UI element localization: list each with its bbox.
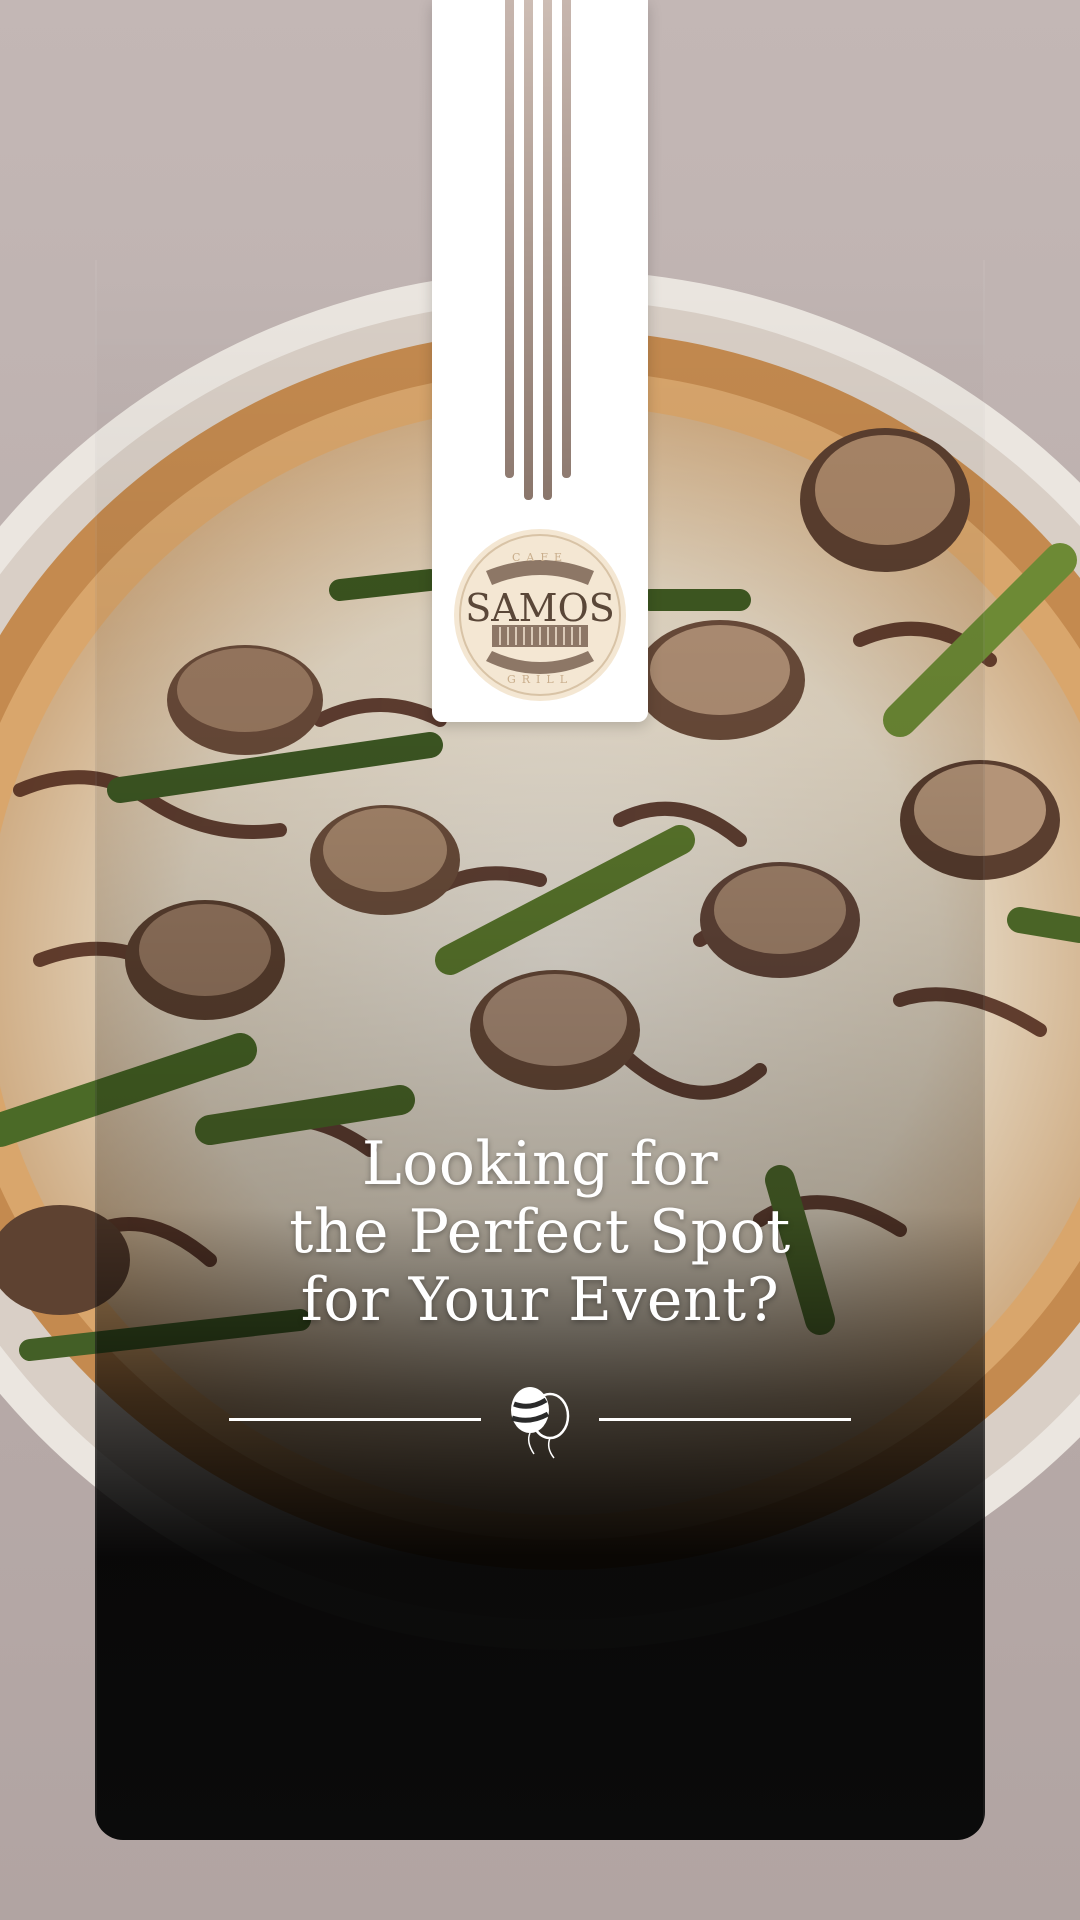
- logo-name: SAMOS: [465, 586, 615, 630]
- event-headline: Looking for the Perfect Spot for Your Ev…: [140, 1130, 940, 1334]
- samos-cafe-grill-logo: CAFE SAMOS GRILL: [454, 529, 626, 701]
- banner-stripe: [524, 0, 533, 500]
- divider-line-left: [229, 1418, 481, 1421]
- headline-line: for Your Event?: [300, 1265, 780, 1335]
- banner-stripe: [505, 0, 514, 478]
- headline-line: Looking for: [361, 1129, 719, 1199]
- banner-stripe: [562, 0, 571, 478]
- headline-line: the Perfect Spot: [289, 1197, 791, 1267]
- logo-top-word: CAFE: [512, 551, 568, 564]
- divider-line-right: [599, 1418, 851, 1421]
- balloons-icon: [511, 1387, 570, 1459]
- logo-bottom-word: GRILL: [507, 673, 573, 686]
- card-edge-right: [983, 260, 985, 1840]
- card-edge-left: [95, 260, 97, 1840]
- banner-stripe: [543, 0, 552, 500]
